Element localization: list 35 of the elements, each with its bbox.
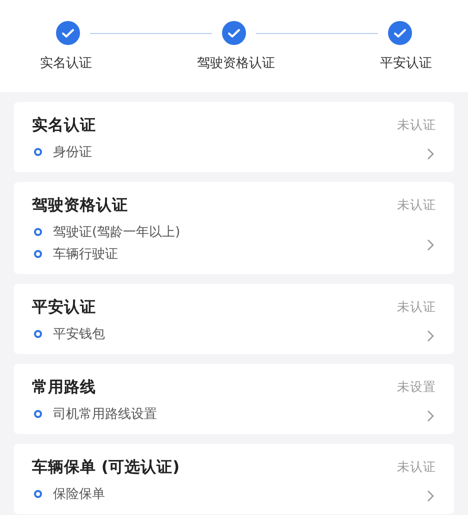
bullet-icon bbox=[34, 228, 42, 236]
card-title: 平安认证 bbox=[32, 297, 96, 318]
bullet-icon bbox=[34, 490, 42, 498]
status-label: 未设置 bbox=[397, 379, 436, 396]
requirement-text: 保险保单 bbox=[53, 486, 105, 503]
verification-card[interactable]: 实名认证 未认证 身份证 bbox=[14, 102, 454, 172]
chevron-icon bbox=[427, 490, 434, 502]
bullet-icon bbox=[34, 410, 42, 418]
verification-card[interactable]: 驾驶资格认证 未认证 驾驶证(驾龄一年以上) 车辆行驶证 bbox=[14, 182, 454, 274]
requirement-text: 平安钱包 bbox=[53, 326, 105, 343]
card-title: 驾驶资格认证 bbox=[32, 195, 128, 216]
chevron-icon bbox=[427, 410, 434, 422]
requirement-text: 司机常用路线设置 bbox=[53, 406, 157, 423]
step-label: 驾驶资格认证 bbox=[197, 55, 275, 72]
step-label: 实名认证 bbox=[40, 55, 92, 72]
card-title: 实名认证 bbox=[32, 115, 96, 136]
requirement-text: 驾驶证(驾龄一年以上) bbox=[53, 224, 180, 241]
requirement-text: 车辆行驶证 bbox=[53, 246, 118, 263]
step-label: 平安认证 bbox=[380, 55, 432, 72]
verification-card[interactable]: 车辆保单 (可选认证) 未认证 保险保单 bbox=[14, 444, 454, 514]
verification-card[interactable]: 常用路线 未设置 司机常用路线设置 bbox=[14, 364, 454, 434]
chevron-icon bbox=[427, 239, 434, 251]
requirement-text: 身份证 bbox=[53, 144, 92, 161]
card-title: 车辆保单 (可选认证) bbox=[32, 457, 180, 478]
bullet-icon bbox=[34, 330, 42, 338]
card-title: 常用路线 bbox=[32, 377, 96, 398]
bullet-icon bbox=[34, 148, 42, 156]
status-label: 未认证 bbox=[397, 459, 436, 476]
status-label: 未认证 bbox=[397, 299, 436, 316]
chevron-icon bbox=[427, 330, 434, 342]
status-label: 未认证 bbox=[397, 197, 436, 214]
bullet-icon bbox=[34, 250, 42, 258]
status-label: 未认证 bbox=[397, 117, 436, 134]
verification-card[interactable]: 平安认证 未认证 平安钱包 bbox=[14, 284, 454, 354]
chevron-icon bbox=[427, 148, 434, 160]
